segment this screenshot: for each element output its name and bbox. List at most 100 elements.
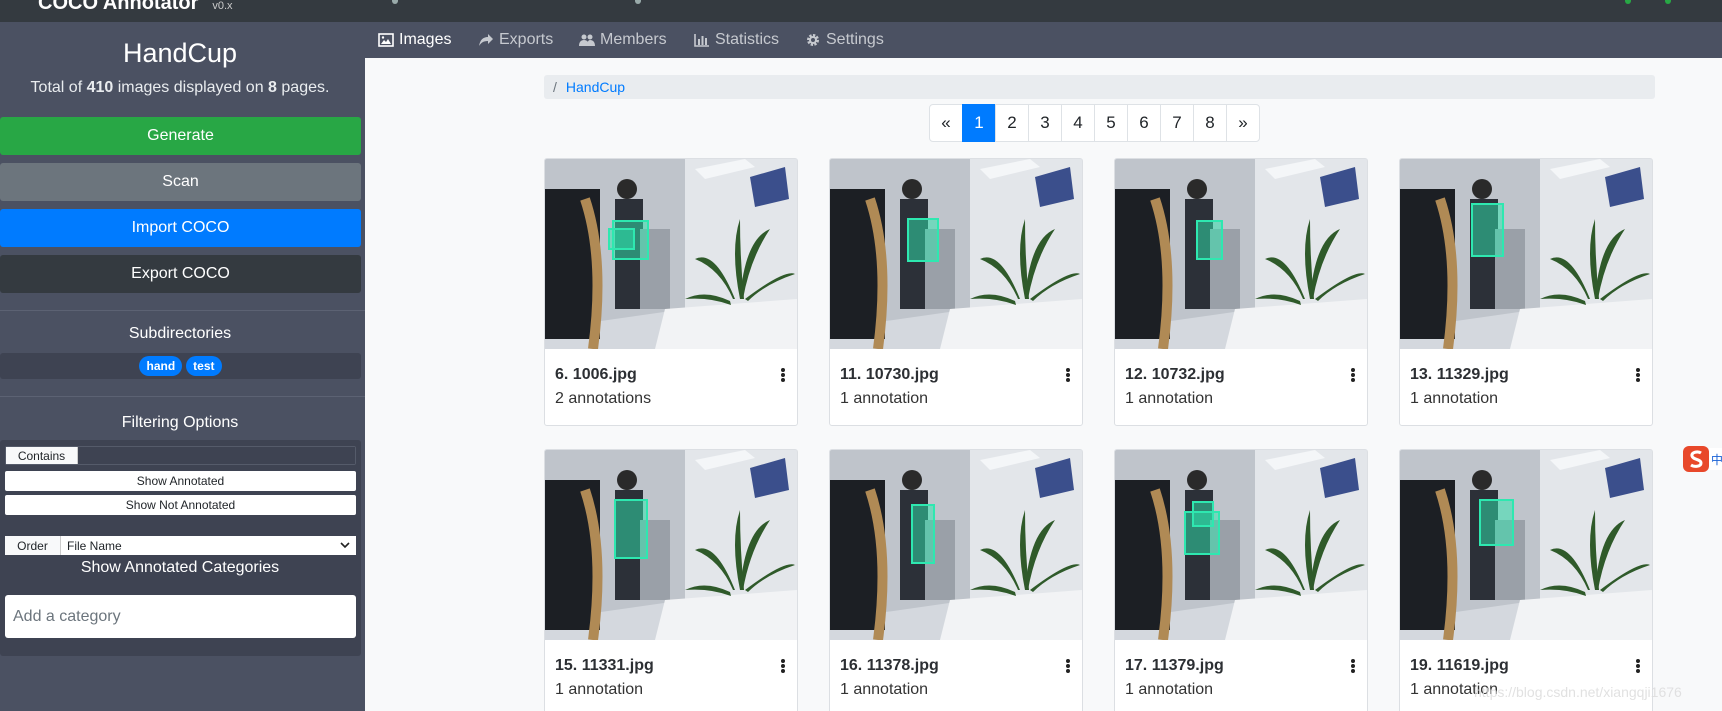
divider	[0, 310, 365, 311]
tab-images[interactable]: Images	[378, 22, 451, 58]
image-card[interactable]: 15. 11331.jpg 1 annotation	[544, 449, 798, 711]
show-annotated-categories-title: Show Annotated Categories	[80, 559, 280, 576]
image-card[interactable]: 13. 11329.jpg 1 annotation	[1399, 158, 1653, 426]
subdirectories-title: Subdirectories	[128, 325, 232, 342]
image-thumbnail[interactable]	[830, 159, 1082, 349]
page-6[interactable]: 6	[1127, 104, 1161, 142]
annotation-count: 1 annotation	[1125, 390, 1214, 407]
photo-scene	[1400, 159, 1652, 349]
subdirectory-list: hand test	[0, 353, 361, 379]
image-filename: 12. 10732.jpg	[1125, 366, 1225, 383]
more-options-icon[interactable]	[1066, 368, 1070, 382]
image-card[interactable]: 17. 11379.jpg 1 annotation	[1114, 449, 1368, 711]
image-filename: 17. 11379.jpg	[1125, 657, 1224, 674]
annotation-count: 2 annotations	[555, 390, 652, 407]
subdirectory-tag-hand[interactable]: hand	[139, 356, 183, 376]
contains-input[interactable]	[78, 447, 355, 464]
nav-item-fragment[interactable]	[392, 0, 398, 4]
card-body: 15. 11331.jpg 1 annotation	[545, 640, 797, 711]
import-coco-button[interactable]: Import COCO	[0, 209, 361, 247]
page-7[interactable]: 7	[1160, 104, 1194, 142]
image-card[interactable]: 6. 1006.jpg 2 annotations	[544, 158, 798, 426]
annotation-count: 1 annotation	[1410, 390, 1499, 407]
show-annotated-button[interactable]: Show Annotated	[5, 471, 356, 491]
card-body: 19. 11619.jpg 1 annotation	[1400, 640, 1652, 711]
page-1[interactable]: 1	[962, 104, 996, 142]
app-version: v0.x	[212, 0, 233, 12]
image-thumbnail[interactable]	[1400, 450, 1652, 640]
export-coco-button[interactable]: Export COCO	[0, 255, 361, 293]
show-not-annotated-button[interactable]: Show Not Annotated	[5, 495, 356, 515]
photo-scene	[545, 159, 797, 349]
gear-icon	[807, 34, 819, 46]
generate-button[interactable]: Generate	[0, 117, 361, 155]
annotation-count: 1 annotation	[1125, 681, 1214, 698]
image-card[interactable]: 19. 11619.jpg 1 annotation	[1399, 449, 1653, 711]
more-options-icon[interactable]	[1636, 659, 1640, 673]
breadcrumb-separator: /	[553, 79, 557, 95]
pagination: « 1 2 3 4 5 6 7 8 »	[929, 104, 1260, 142]
order-select-value: File Name	[67, 538, 122, 553]
page-4[interactable]: 4	[1061, 104, 1095, 142]
chevron-down-icon	[340, 542, 350, 549]
more-options-icon[interactable]	[781, 368, 785, 382]
tab-exports[interactable]: Exports	[478, 22, 553, 58]
more-options-icon[interactable]	[1351, 659, 1355, 673]
breadcrumb: / HandCup	[544, 75, 1655, 99]
image-thumbnail[interactable]	[1115, 450, 1367, 640]
image-filename: 19. 11619.jpg	[1410, 657, 1509, 674]
filtering-options-title: Filtering Options	[121, 414, 239, 431]
image-thumbnail[interactable]	[545, 159, 797, 349]
more-options-icon[interactable]	[781, 659, 785, 673]
page-5[interactable]: 5	[1094, 104, 1128, 142]
status-indicator	[1665, 0, 1671, 4]
page-next[interactable]: »	[1226, 104, 1260, 142]
more-options-icon[interactable]	[1351, 368, 1355, 382]
more-options-icon[interactable]	[1636, 368, 1640, 382]
image-thumbnail[interactable]	[1400, 159, 1652, 349]
order-filter: Order File Name	[5, 536, 356, 555]
more-options-icon[interactable]	[1066, 659, 1070, 673]
image-thumbnail[interactable]	[545, 450, 797, 640]
card-body: 12. 10732.jpg 1 annotation	[1115, 349, 1367, 425]
dataset-tabs: Images Exports Members Statistics Settin…	[365, 22, 1722, 58]
breadcrumb-dataset-link[interactable]: HandCup	[566, 79, 625, 95]
subdirectory-tag-test[interactable]: test	[186, 356, 222, 376]
image-thumbnail[interactable]	[830, 450, 1082, 640]
card-body: 6. 1006.jpg 2 annotations	[545, 349, 797, 425]
divider	[0, 396, 365, 397]
image-card[interactable]: 16. 11378.jpg 1 annotation	[829, 449, 1083, 711]
top-navbar: COCO Annotator v0.x	[0, 0, 1722, 22]
order-select[interactable]: File Name	[61, 536, 356, 555]
page-prev[interactable]: «	[929, 104, 963, 142]
page-3[interactable]: 3	[1028, 104, 1062, 142]
tab-settings[interactable]: Settings	[805, 22, 884, 58]
image-thumbnail[interactable]	[1115, 159, 1367, 349]
watermark: https://blog.csdn.net/xiangqji1676	[1474, 684, 1682, 700]
app-brand[interactable]: COCO Annotator v0.x	[38, 0, 233, 15]
tab-members[interactable]: Members	[579, 22, 667, 58]
image-filename: 13. 11329.jpg	[1410, 366, 1509, 383]
nav-item-fragment[interactable]	[635, 0, 641, 4]
page-8[interactable]: 8	[1193, 104, 1227, 142]
scan-button[interactable]: Scan	[0, 163, 361, 201]
annotation-count: 1 annotation	[555, 681, 644, 698]
image-filename: 15. 11331.jpg	[555, 657, 654, 674]
annotation-count: 1 annotation	[840, 681, 929, 698]
image-filename: 16. 11378.jpg	[840, 657, 939, 674]
image-card[interactable]: 12. 10732.jpg 1 annotation	[1114, 158, 1368, 426]
photo-scene	[830, 450, 1082, 640]
bar-chart-icon	[694, 34, 709, 47]
page-2[interactable]: 2	[995, 104, 1029, 142]
image-card[interactable]: 11. 10730.jpg 1 annotation	[829, 158, 1083, 426]
ime-label: 中	[1711, 452, 1722, 467]
share-icon	[479, 34, 493, 46]
card-body: 16. 11378.jpg 1 annotation	[830, 640, 1082, 711]
tab-statistics[interactable]: Statistics	[694, 22, 779, 58]
sogou-ime-icon[interactable]: 中	[1681, 444, 1722, 474]
image-count-summary: Total of 410 images displayed on 8 pages…	[30, 79, 330, 96]
category-input[interactable]: Add a category	[5, 595, 356, 638]
image-filename: 11. 10730.jpg	[840, 366, 939, 383]
photo-scene	[1115, 450, 1367, 640]
dataset-title: HandCup	[122, 38, 238, 68]
